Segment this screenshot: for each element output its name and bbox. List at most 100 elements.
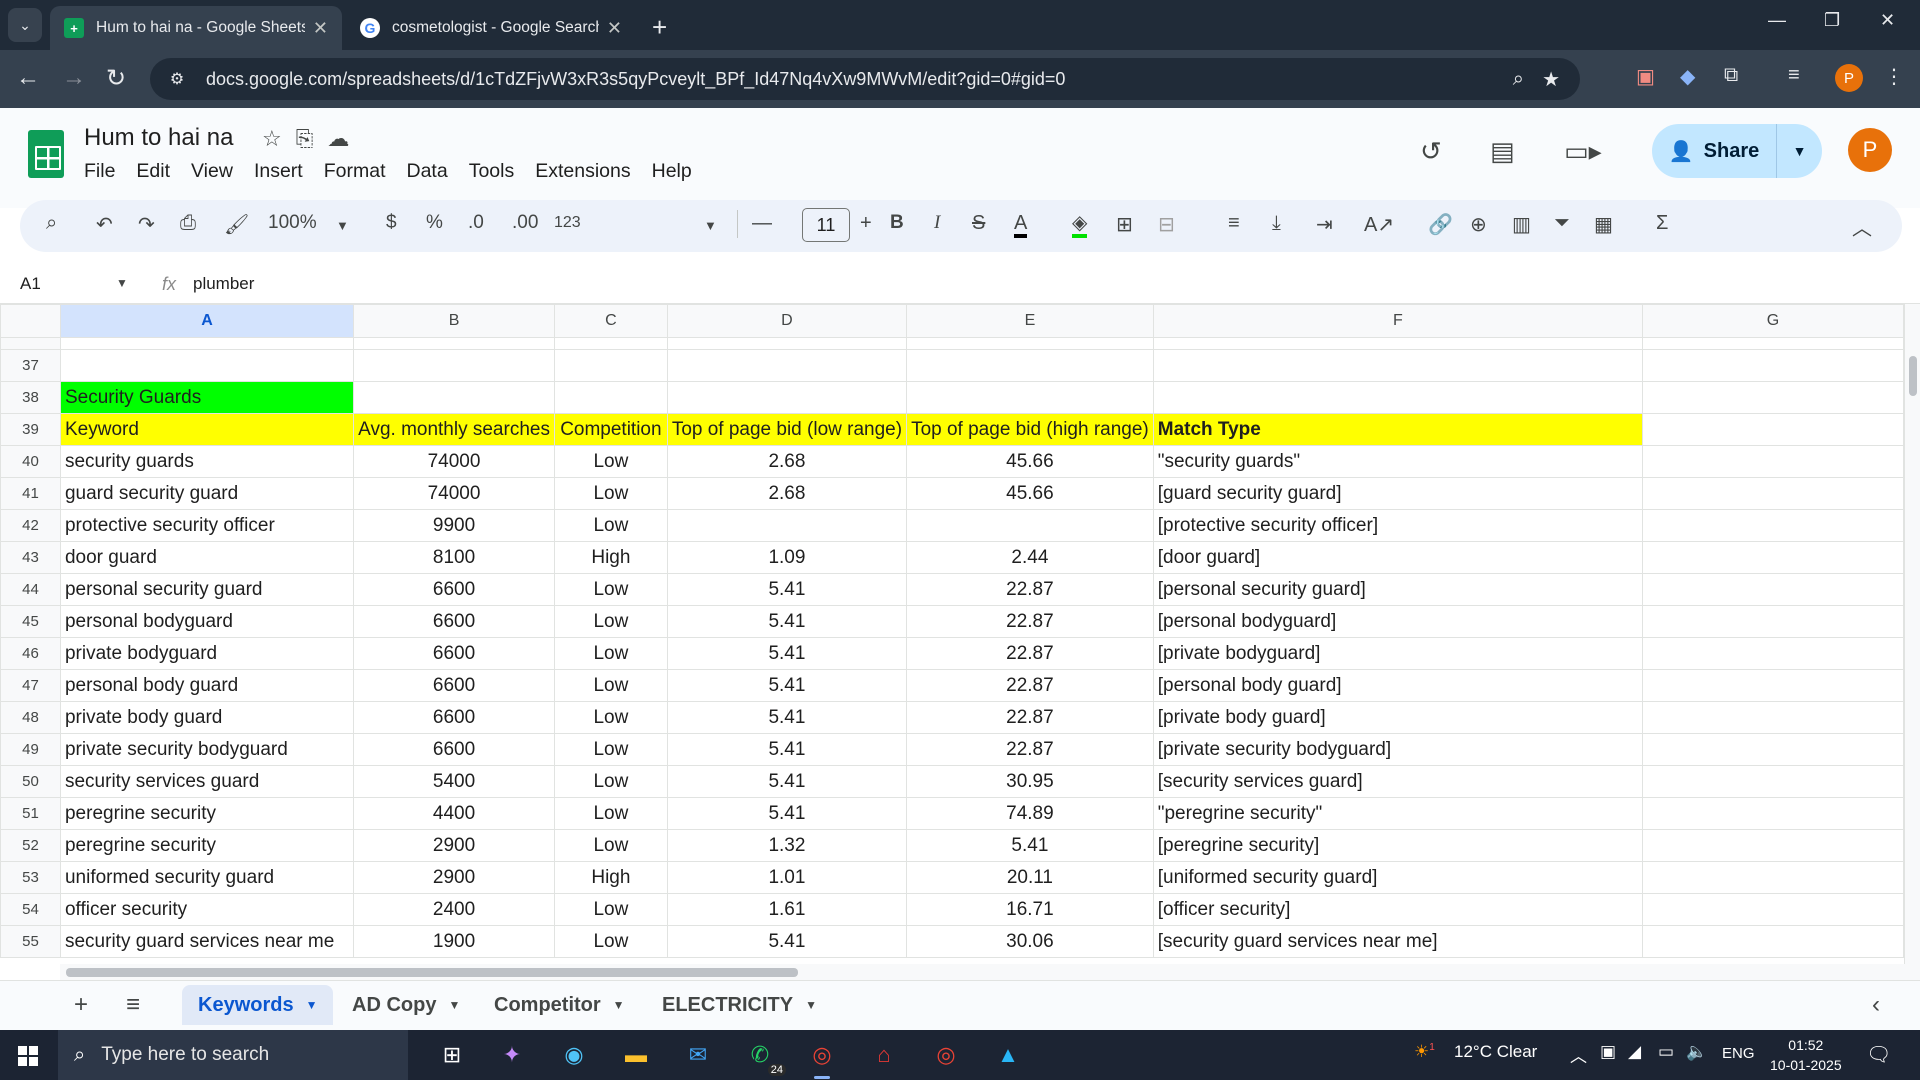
insert-comment-icon[interactable]: ⊕ [1470,212,1487,237]
cell[interactable]: 1900 [353,925,555,958]
sheet-tab-keywords[interactable]: Keywords ▼ [182,985,334,1025]
cell[interactable]: Low [553,733,668,766]
cell[interactable] [906,381,1154,414]
cell[interactable]: [uniformed security guard] [1152,861,1644,894]
restore-icon[interactable]: ❐ [1824,10,1840,31]
select-all-corner[interactable] [0,304,61,338]
cell[interactable]: "peregrine security" [1152,797,1644,830]
cell[interactable]: [protective security officer] [1152,509,1644,542]
weather-icon[interactable]: ☀1 [1414,1042,1435,1062]
cell[interactable]: 5.41 [666,925,908,958]
cell[interactable]: Match Type [1152,413,1644,446]
cell[interactable]: 22.87 [906,637,1154,670]
cell[interactable]: 5.41 [906,829,1154,862]
extension-diamond-icon[interactable]: ◆ [1680,64,1695,89]
merge-cells-icon[interactable]: ⊟ [1158,212,1175,237]
google-sheets-logo-icon[interactable] [28,130,64,178]
cell[interactable]: 20.11 [906,861,1154,894]
menu-help[interactable]: Help [652,160,692,183]
row-header[interactable]: 50 [0,765,61,798]
format-currency-button[interactable]: $ [386,212,397,234]
column-header-e[interactable]: E [906,304,1154,338]
row-header[interactable]: 55 [0,925,61,958]
cell[interactable]: 6600 [353,733,555,766]
cell[interactable]: Low [553,509,668,542]
row-header[interactable] [0,337,61,350]
cell[interactable]: [security guard services near me] [1152,925,1644,958]
cell[interactable]: 5.41 [666,605,908,638]
cell[interactable] [1642,349,1904,382]
menu-edit[interactable]: Edit [136,160,170,183]
zoom-icon[interactable]: ⌕ [1513,68,1524,91]
cell[interactable]: [private body guard] [1152,701,1644,734]
insert-link-icon[interactable]: 🔗 [1428,212,1453,237]
cell[interactable]: 2.68 [666,445,908,478]
cell[interactable]: 1.09 [666,541,908,574]
column-header-f[interactable]: F [1152,304,1644,338]
bookmark-star-icon[interactable]: ★ [1542,67,1560,92]
cell[interactable]: personal bodyguard [59,605,355,638]
cell[interactable]: 22.87 [906,605,1154,638]
cell[interactable]: officer security [59,893,355,926]
italic-button[interactable]: I [934,212,940,234]
menu-format[interactable]: Format [324,160,386,183]
cell[interactable]: 5.41 [666,797,908,830]
back-arrow-icon[interactable]: ← [16,64,40,92]
minimize-icon[interactable]: — [1768,10,1786,31]
cell[interactable]: Low [553,925,668,958]
insert-chart-icon[interactable]: ▥ [1512,212,1531,237]
cell[interactable]: protective security officer [59,509,355,542]
paint-format-icon[interactable]: 🖌 [224,212,249,237]
cell[interactable]: 30.06 [906,925,1154,958]
comments-icon[interactable]: ▤ [1490,136,1515,167]
sheet-tab-ad-copy[interactable]: AD Copy ▼ [336,985,476,1025]
cell[interactable]: 6600 [353,669,555,702]
cell[interactable]: Security Guards [59,381,355,414]
cell[interactable] [553,381,668,414]
cell[interactable]: 5400 [353,765,555,798]
cell[interactable]: 5.41 [666,765,908,798]
cell[interactable] [353,349,555,382]
row-header[interactable]: 42 [0,509,61,542]
name-box-dropdown-icon[interactable]: ▼ [116,276,128,290]
new-tab-plus-icon[interactable]: + [652,12,667,43]
cell[interactable]: "security guards" [1152,445,1644,478]
bold-button[interactable]: B [890,212,904,234]
copilot-icon[interactable]: ✦ [494,1038,530,1072]
cell[interactable]: [private security bodyguard] [1152,733,1644,766]
cell[interactable]: private security bodyguard [59,733,355,766]
cell[interactable]: [security services guard] [1152,765,1644,798]
cell[interactable]: [officer security] [1152,893,1644,926]
photos-icon[interactable]: ▲ [990,1038,1026,1072]
whatsapp-icon[interactable]: ✆ 24 [742,1038,786,1076]
row-header[interactable]: 52 [0,829,61,862]
cell[interactable]: 2.44 [906,541,1154,574]
share-dropdown-icon[interactable]: ▼ [1776,124,1822,178]
cell[interactable]: [guard security guard] [1152,477,1644,510]
collapse-menus-icon[interactable]: ︿ [1852,212,1872,241]
zoom-dropdown-icon[interactable]: ▼ [336,218,349,233]
cell[interactable]: Low [553,637,668,670]
meet-camera-icon[interactable]: ▭▸ [1564,136,1602,167]
cell[interactable] [1642,893,1904,926]
task-view-icon[interactable]: ⊞ [434,1038,470,1072]
cell[interactable] [59,349,355,382]
search-menus-icon[interactable]: ⌕ [46,212,57,235]
cell[interactable]: 5.41 [666,573,908,606]
row-header[interactable]: 46 [0,637,61,670]
font-dropdown-icon[interactable]: ▼ [704,218,717,233]
browser-tab-search[interactable]: G cosmetologist - Google Search ✕ [346,6,636,50]
cell[interactable]: Top of page bid (high range) [906,413,1154,446]
network-icon[interactable]: ◢ [1628,1042,1641,1062]
cell[interactable]: security guard services near me [59,925,355,958]
cell[interactable]: 2900 [353,829,555,862]
acrobat-icon[interactable]: ⌂ [866,1038,902,1072]
cell[interactable]: Avg. monthly searches [353,413,555,446]
decrease-decimal-button[interactable]: .0 [468,212,484,234]
cell[interactable]: Low [553,477,668,510]
row-header[interactable]: 44 [0,573,61,606]
menu-insert[interactable]: Insert [254,160,303,183]
cell[interactable] [59,337,355,350]
cell[interactable]: Competition [553,413,668,446]
row-header[interactable]: 54 [0,893,61,926]
